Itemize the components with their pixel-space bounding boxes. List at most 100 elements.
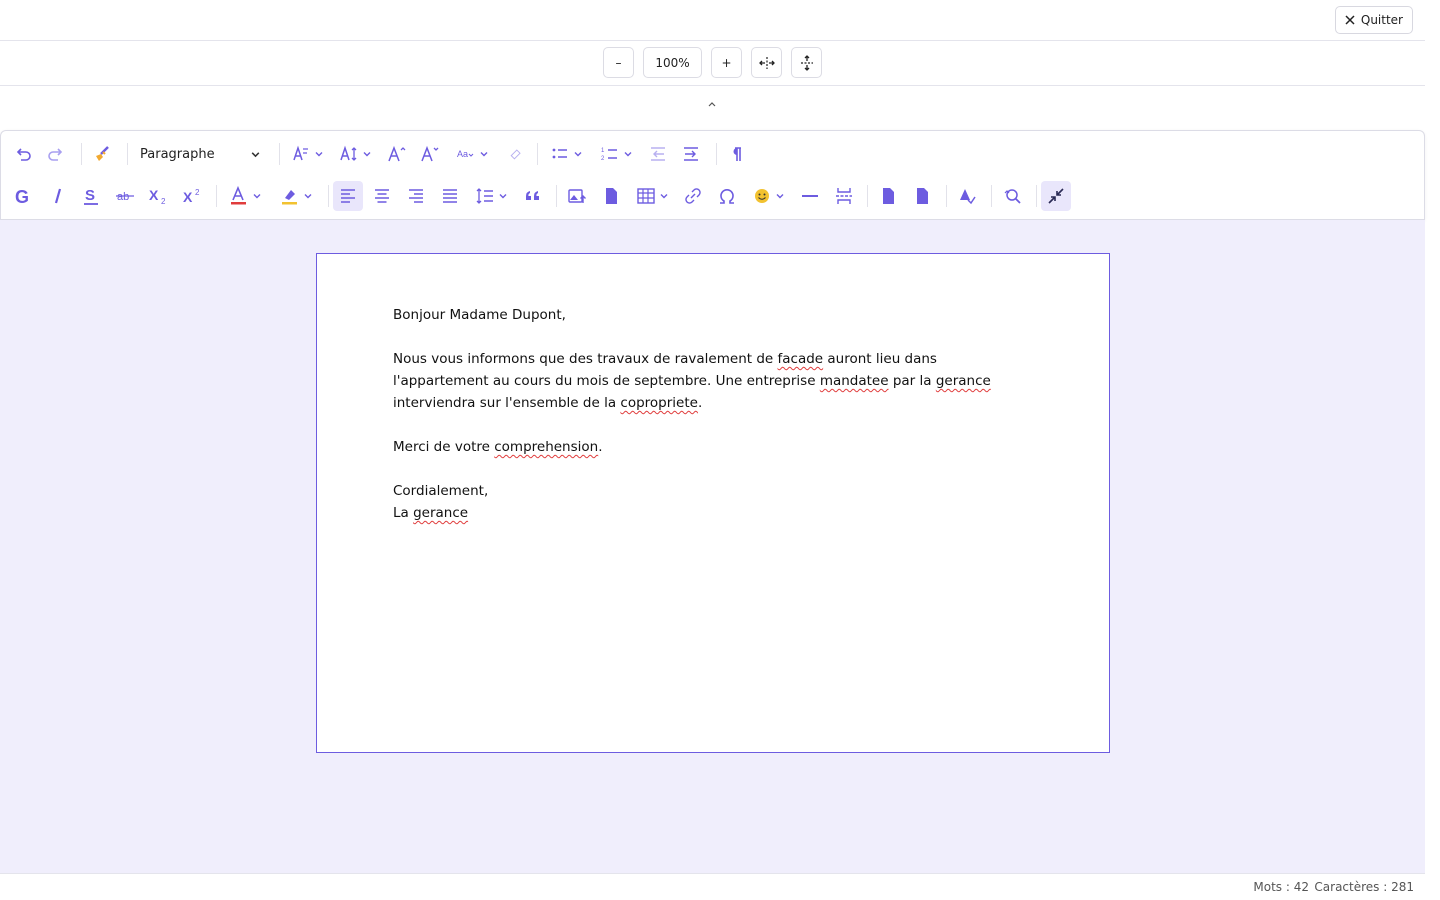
numbered-list-icon: 12 <box>601 148 617 162</box>
blockquote-button[interactable] <box>519 181 547 211</box>
change-case-button[interactable]: Aa <box>451 139 493 169</box>
underline-icon: S <box>84 187 98 205</box>
emoji-button[interactable] <box>747 181 789 211</box>
outdent-button[interactable] <box>645 139 671 169</box>
misspelled-word[interactable]: copropriete <box>620 395 698 411</box>
p1-text-c: par la <box>888 373 936 389</box>
justify-button[interactable] <box>436 181 464 211</box>
document-button[interactable] <box>908 181 936 211</box>
eraser-icon <box>510 149 521 160</box>
clear-format-button[interactable] <box>504 139 528 169</box>
svg-text:2: 2 <box>161 197 166 206</box>
insert-image-button[interactable] <box>563 181 591 211</box>
toolbar-separator <box>946 185 947 207</box>
decrease-font-button[interactable] <box>416 139 444 169</box>
misspelled-word[interactable]: mandatee <box>820 373 889 389</box>
page-break-icon <box>836 188 852 204</box>
numbered-list-button[interactable]: 12 <box>595 139 637 169</box>
toolbar-separator <box>1036 185 1037 207</box>
toolbar-separator <box>127 143 128 165</box>
decrease-font-icon <box>421 145 439 162</box>
undo-button[interactable] <box>10 139 36 169</box>
character-count: Caractères : 281 <box>1314 880 1414 894</box>
template-button[interactable] <box>874 181 902 211</box>
font-size-icon <box>339 145 356 161</box>
page-break-button[interactable] <box>830 181 858 211</box>
greeting-text: Bonjour Madame Dupont, <box>393 307 566 323</box>
table-icon <box>636 188 655 204</box>
redo-icon <box>48 148 63 161</box>
insert-file-button[interactable] <box>597 181 625 211</box>
insert-link-button[interactable] <box>679 181 707 211</box>
line-height-icon <box>476 188 493 204</box>
zoom-level[interactable]: 100% <box>643 47 702 78</box>
exit-fullscreen-button[interactable] <box>1041 181 1071 211</box>
bold-button[interactable]: G <box>9 181 37 211</box>
omega-icon <box>720 189 734 204</box>
zoom-out-label: – <box>615 55 622 70</box>
align-left-icon <box>341 189 355 203</box>
highlight-color-button[interactable] <box>273 181 319 211</box>
zoom-in-button[interactable]: + <box>711 47 742 78</box>
body-paragraph-2: Merci de votre comprehension. <box>393 436 1033 458</box>
redo-button[interactable] <box>43 139 69 169</box>
find-replace-button[interactable] <box>998 181 1026 211</box>
image-upload-icon <box>568 189 586 203</box>
svg-text:1: 1 <box>601 148 605 154</box>
close-icon <box>1345 15 1355 25</box>
fit-height-button[interactable] <box>791 47 822 78</box>
horizontal-line-button[interactable] <box>796 181 824 211</box>
chevron-down-icon <box>624 152 631 157</box>
misspelled-word[interactable]: comprehension <box>494 439 598 455</box>
misspelled-word[interactable]: facade <box>778 351 824 367</box>
font-size-button[interactable] <box>335 139 375 169</box>
underline-button[interactable]: S <box>77 181 105 211</box>
svg-text:X: X <box>183 189 193 205</box>
bullet-list-button[interactable] <box>545 139 587 169</box>
quit-button[interactable]: Quitter <box>1334 6 1413 34</box>
closing-line: Cordialement, <box>393 480 1033 502</box>
show-blocks-button[interactable] <box>723 139 749 169</box>
text-color-button[interactable] <box>223 181 267 211</box>
strikethrough-button[interactable]: ab <box>111 181 139 211</box>
block-format-select[interactable]: Paragraphe <box>132 139 267 169</box>
chevron-down-icon <box>499 194 506 199</box>
chevron-down-icon <box>776 194 783 199</box>
subscript-button[interactable]: X2 <box>144 181 172 211</box>
line-height-button[interactable] <box>470 181 512 211</box>
format-painter-button[interactable] <box>88 139 116 169</box>
misspelled-word[interactable]: gerance <box>413 505 468 521</box>
increase-font-button[interactable] <box>383 139 411 169</box>
chevron-down-icon <box>660 194 667 199</box>
italic-button[interactable] <box>43 181 71 211</box>
zoom-out-button[interactable]: – <box>603 47 634 78</box>
greeting-line: Bonjour Madame Dupont, <box>393 304 1033 326</box>
spellcheck-button[interactable] <box>953 181 981 211</box>
svg-text:2: 2 <box>601 156 605 162</box>
document-content[interactable]: Bonjour Madame Dupont, Nous vous informo… <box>393 304 1033 524</box>
chevron-down-icon <box>574 152 581 157</box>
block-format-value: Paragraphe <box>140 146 215 162</box>
bullet-list-icon <box>552 148 567 159</box>
font-family-button[interactable] <box>287 139 327 169</box>
p1-text-d: interviendra sur l'ensemble de la <box>393 395 621 411</box>
align-left-button[interactable] <box>333 181 363 211</box>
fit-width-button[interactable] <box>751 47 782 78</box>
spellcheck-icon <box>960 189 976 205</box>
document-page[interactable]: Bonjour Madame Dupont, Nous vous informo… <box>316 253 1110 753</box>
special-character-button[interactable] <box>713 181 741 211</box>
fit-height-icon <box>800 54 813 71</box>
italic-icon <box>54 188 62 204</box>
strikethrough-icon: ab <box>116 191 134 203</box>
superscript-button[interactable]: X2 <box>178 181 206 211</box>
chevron-up-icon[interactable] <box>706 100 718 110</box>
toolbar-separator <box>279 143 280 165</box>
find-replace-icon <box>1004 189 1021 204</box>
insert-table-button[interactable] <box>631 181 673 211</box>
align-right-button[interactable] <box>402 181 430 211</box>
align-center-button[interactable] <box>368 181 396 211</box>
file-icon <box>606 188 617 204</box>
misspelled-word[interactable]: gerance <box>936 373 991 389</box>
indent-button[interactable] <box>678 139 704 169</box>
